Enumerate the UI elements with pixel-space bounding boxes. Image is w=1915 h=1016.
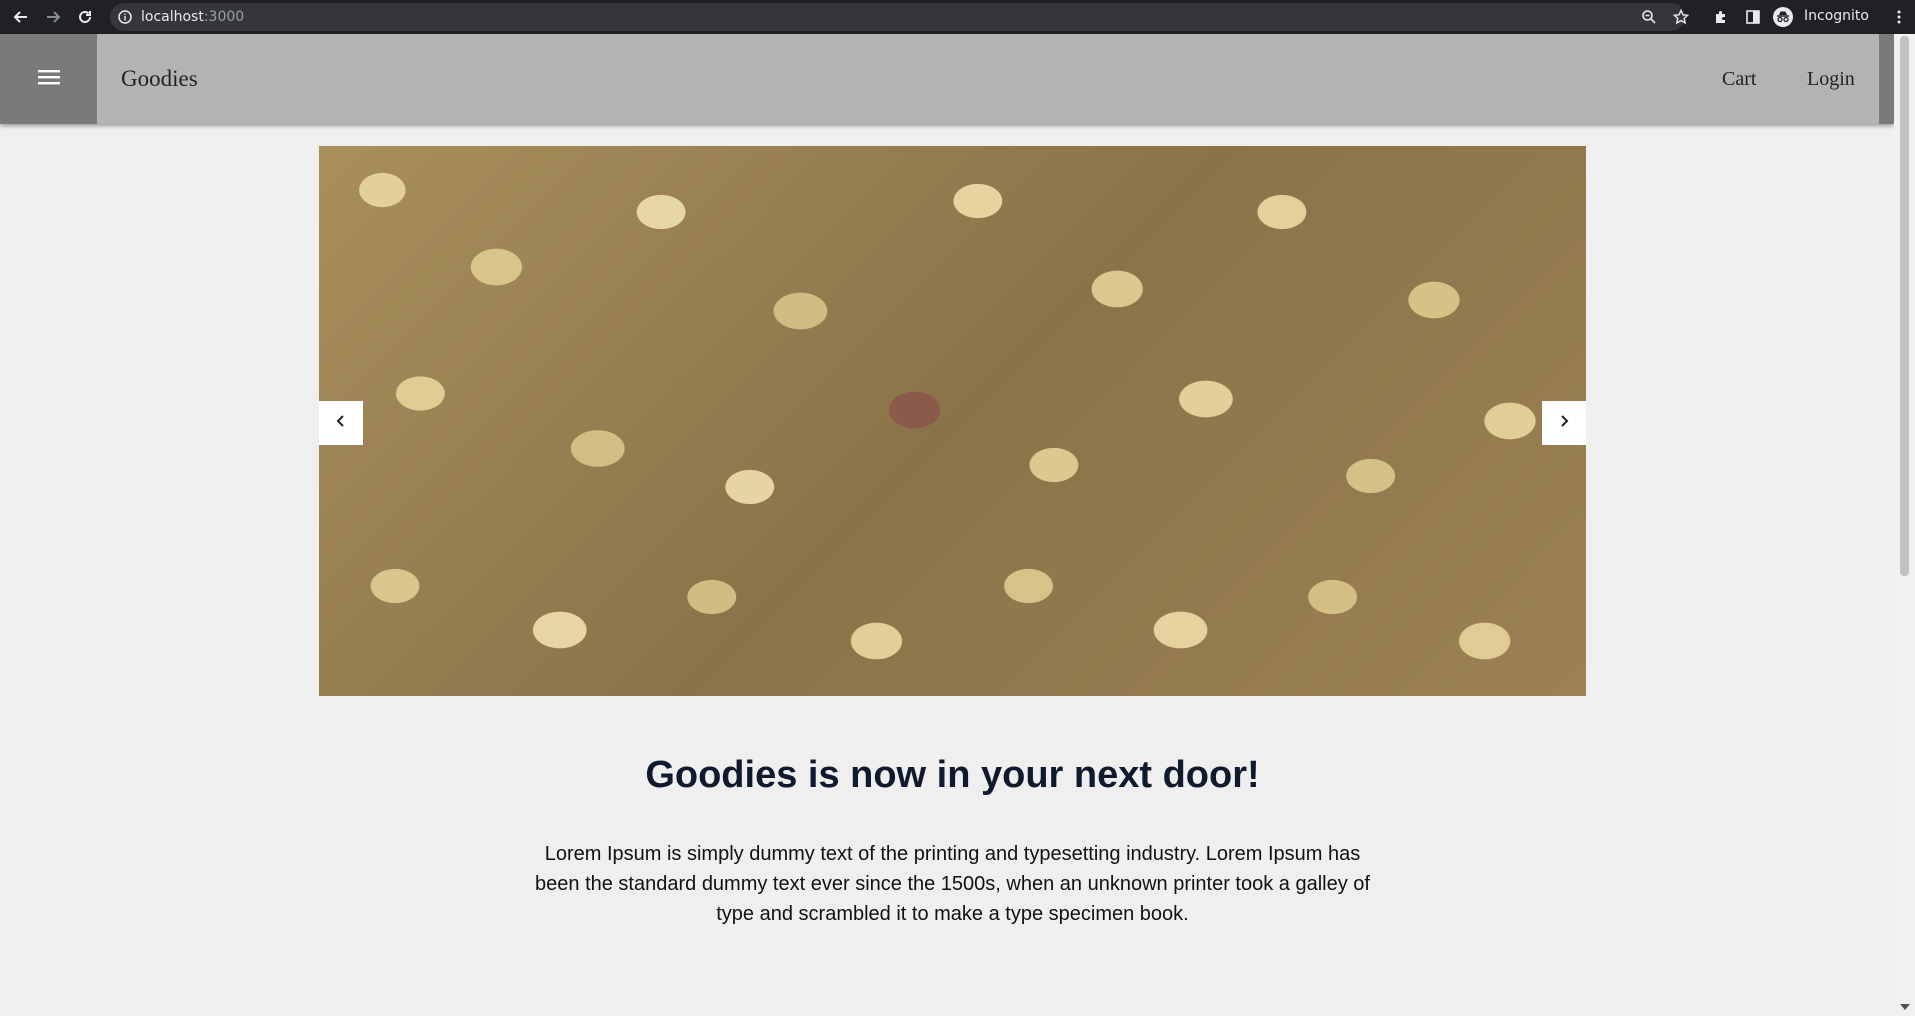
cart-link[interactable]: Cart: [1722, 68, 1756, 91]
browser-toolbar: localhost:3000 Incognito: [0, 0, 1915, 34]
kebab-menu-icon[interactable]: [1888, 6, 1910, 28]
hero-image: [319, 146, 1586, 696]
hamburger-menu-button[interactable]: [0, 34, 97, 124]
login-link[interactable]: Login: [1807, 68, 1855, 91]
back-icon[interactable]: [10, 6, 32, 28]
url-port: :3000: [203, 9, 245, 25]
page-scrollbar[interactable]: [1894, 34, 1915, 1016]
incognito-label: Incognito: [1804, 8, 1869, 24]
scrollbar-thumb[interactable]: [1900, 36, 1909, 576]
zoom-icon[interactable]: [1638, 6, 1660, 28]
app-header: Goodies Cart Login: [0, 34, 1894, 124]
hamburger-menu-icon: [37, 69, 60, 90]
hero-carousel: [319, 146, 1586, 696]
url-text: localhost:3000: [141, 9, 244, 25]
extensions-icon[interactable]: [1710, 6, 1732, 28]
star-icon[interactable]: [1670, 6, 1692, 28]
sidepanel-icon[interactable]: [1742, 6, 1764, 28]
address-bar[interactable]: localhost:3000: [110, 3, 1685, 31]
hero-headline: Goodies is now in your next door!: [645, 754, 1260, 796]
brand-title[interactable]: Goodies: [121, 66, 198, 92]
chevron-right-icon: [1558, 414, 1570, 433]
hero-paragraph: Lorem Ipsum is simply dummy text of the …: [535, 843, 1370, 925]
header-edge: [1879, 34, 1894, 124]
chevron-left-icon: [335, 414, 347, 433]
scroll-down-arrow-icon[interactable]: [1900, 1004, 1910, 1010]
reload-icon[interactable]: [74, 6, 96, 28]
url-host: localhost: [141, 9, 204, 25]
carousel-next-button[interactable]: [1542, 401, 1586, 445]
incognito-icon[interactable]: [1772, 6, 1794, 28]
info-icon[interactable]: [118, 10, 132, 29]
forward-icon[interactable]: [42, 6, 64, 28]
carousel-prev-button[interactable]: [319, 401, 363, 445]
